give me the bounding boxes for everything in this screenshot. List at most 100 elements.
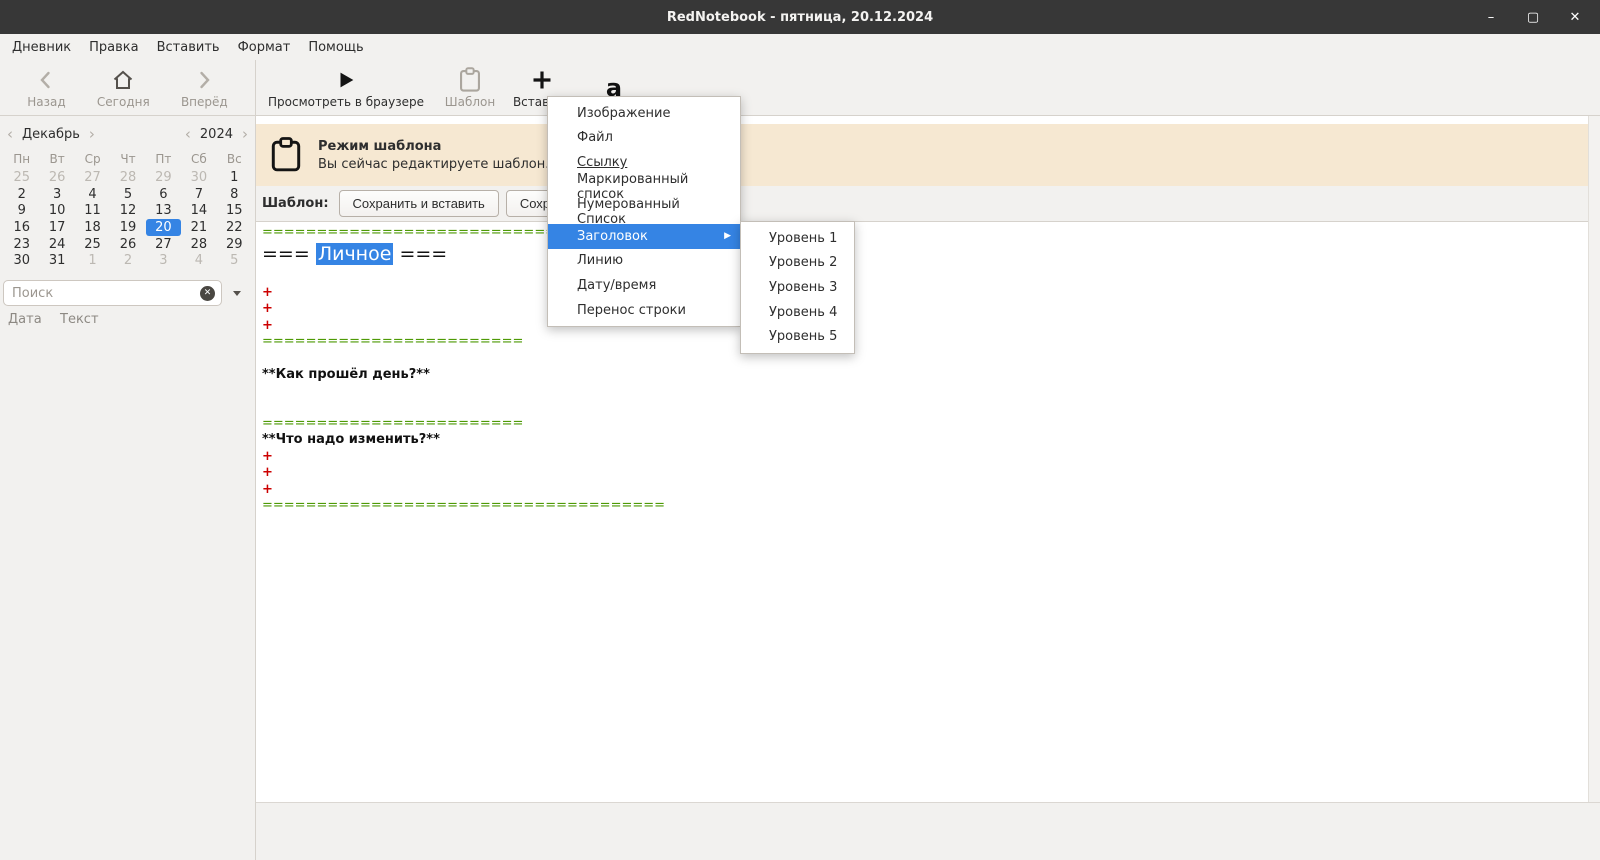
menubar-item[interactable]: Помощь xyxy=(299,37,372,58)
calendar-day[interactable]: 27 xyxy=(75,169,110,186)
calendar-day[interactable]: 30 xyxy=(181,169,216,186)
calendar-day[interactable]: 2 xyxy=(110,252,145,269)
calendar-day[interactable]: 29 xyxy=(217,236,252,253)
calendar-day[interactable]: 29 xyxy=(146,169,181,186)
calendar-day[interactable]: 11 xyxy=(75,202,110,219)
calendar-day[interactable]: 31 xyxy=(39,252,74,269)
next-year-icon[interactable]: › xyxy=(239,125,251,143)
insert-menu-item[interactable]: Изображение xyxy=(548,101,740,126)
clear-search-icon[interactable]: ✕ xyxy=(200,285,215,301)
editor-line: + xyxy=(262,448,273,464)
insert-menu-item[interactable]: Дату/время xyxy=(548,273,740,298)
clipboard-icon xyxy=(458,66,482,94)
calendar-day[interactable]: 2 xyxy=(4,186,39,203)
main-area: Режим шаблона Вы сейчас редактируете шаб… xyxy=(256,116,1600,860)
menubar-item[interactable]: Дневник xyxy=(3,37,80,58)
maximize-icon[interactable]: ▢ xyxy=(1522,6,1544,28)
calendar-day[interactable]: 13 xyxy=(146,202,181,219)
results-column-date[interactable]: Дата xyxy=(0,312,52,330)
calendar-day[interactable]: 10 xyxy=(39,202,74,219)
calendar-day[interactable]: 4 xyxy=(181,252,216,269)
calendar-day[interactable]: 18 xyxy=(75,219,110,236)
calendar-day[interactable]: 16 xyxy=(4,219,39,236)
calendar-day[interactable]: 14 xyxy=(181,202,216,219)
header-level-item[interactable]: Уровень 5 xyxy=(741,324,854,349)
insert-menu-item[interactable]: Ссылку xyxy=(548,150,740,175)
window-controls: – ▢ ✕ xyxy=(1480,0,1586,34)
calendar-day[interactable]: 23 xyxy=(4,236,39,253)
calendar-day[interactable]: 3 xyxy=(146,252,181,269)
prev-month-icon[interactable]: ‹ xyxy=(4,125,16,143)
calendar-day[interactable]: 27 xyxy=(146,236,181,253)
calendar-day[interactable]: 7 xyxy=(181,186,216,203)
calendar-day[interactable]: 26 xyxy=(110,236,145,253)
insert-menu-item[interactable]: Линию xyxy=(548,249,740,274)
today-button[interactable]: Сегодня xyxy=(93,60,154,115)
search-input[interactable] xyxy=(12,285,200,301)
calendar-day[interactable]: 19 xyxy=(110,219,145,236)
calendar-day[interactable]: 1 xyxy=(217,169,252,186)
calendar-day[interactable]: 20 xyxy=(145,219,182,236)
calendar-day[interactable]: 21 xyxy=(181,219,216,236)
preview-in-browser-button[interactable]: Просмотреть в браузере xyxy=(258,60,434,115)
calendar-day[interactable]: 3 xyxy=(39,186,74,203)
calendar-day[interactable]: 12 xyxy=(110,202,145,219)
home-icon xyxy=(111,66,135,94)
year-nav: ‹ 2024 › xyxy=(182,125,251,143)
search-options-dropdown[interactable] xyxy=(222,280,252,306)
template-button[interactable]: Шаблон xyxy=(434,60,506,115)
calendar-day[interactable]: 22 xyxy=(217,219,252,236)
toolbar-action-group: Просмотреть в браузере Шаблон Вставить a xyxy=(257,60,1600,115)
calendar-day[interactable]: 28 xyxy=(110,169,145,186)
header-level-item[interactable]: Уровень 1 xyxy=(741,226,854,251)
banner-title: Режим шаблона xyxy=(318,138,442,154)
calendar-day[interactable]: 25 xyxy=(4,169,39,186)
prev-year-icon[interactable]: ‹ xyxy=(182,125,194,143)
menubar-item[interactable]: Вставить xyxy=(148,37,229,58)
editor-line: + xyxy=(262,284,273,300)
editor-scrollbar[interactable] xyxy=(1588,116,1600,860)
insert-menu-item[interactable]: Нумерованный Список xyxy=(548,197,740,227)
save-and-insert-button[interactable]: Сохранить и вставить xyxy=(338,190,499,217)
header-level-item[interactable]: Уровень 4 xyxy=(741,300,854,325)
calendar-day[interactable]: 4 xyxy=(75,186,110,203)
results-column-text[interactable]: Текст xyxy=(52,312,99,330)
minimize-icon[interactable]: – xyxy=(1480,6,1502,28)
calendar-day[interactable]: 1 xyxy=(75,252,110,269)
calendar-day[interactable]: 26 xyxy=(39,169,74,186)
editor[interactable]: ===================================== ===… xyxy=(256,222,1588,802)
calendar-day[interactable]: 9 xyxy=(4,202,39,219)
calendar-day[interactable]: 6 xyxy=(146,186,181,203)
header-level-item[interactable]: Уровень 3 xyxy=(741,275,854,300)
back-button[interactable]: Назад xyxy=(23,60,69,115)
calendar-day[interactable]: 15 xyxy=(217,202,252,219)
calendar-day[interactable]: 17 xyxy=(39,219,74,236)
calendar-day[interactable]: 5 xyxy=(110,186,145,203)
calendar-day[interactable]: 24 xyxy=(39,236,74,253)
close-icon[interactable]: ✕ xyxy=(1564,6,1586,28)
banner-text: Режим шаблона Вы сейчас редактируете шаб… xyxy=(318,139,549,172)
calendar-day[interactable]: 5 xyxy=(217,252,252,269)
insert-menu-item[interactable]: Заголовок ▶ xyxy=(548,223,740,249)
calendar-day[interactable]: 30 xyxy=(4,252,39,269)
insert-menu-item-label: Линию xyxy=(577,253,624,269)
insert-menu-item[interactable]: Файл xyxy=(548,126,740,151)
insert-menu-item[interactable]: Перенос строки xyxy=(548,298,740,323)
calendar-day[interactable]: 25 xyxy=(75,236,110,253)
editor-line: ======================== xyxy=(262,334,524,350)
insert-menu-item[interactable]: Маркированный список xyxy=(548,172,740,202)
next-month-icon[interactable]: › xyxy=(86,125,98,143)
calendar-day[interactable]: 28 xyxy=(181,236,216,253)
template-bar-label: Шаблон: xyxy=(262,196,329,211)
editor-line: **Как прошёл день?** xyxy=(262,366,430,382)
menubar-item[interactable]: Правка xyxy=(80,37,147,58)
header-level-item[interactable]: Уровень 2 xyxy=(741,251,854,276)
forward-button[interactable]: Вперёд xyxy=(177,60,232,115)
calendar-day-header: Вс xyxy=(226,152,242,166)
menubar-item[interactable]: Формат xyxy=(229,37,300,58)
calendar-day-header: Пн xyxy=(13,152,31,166)
calendar-day[interactable]: 8 xyxy=(217,186,252,203)
